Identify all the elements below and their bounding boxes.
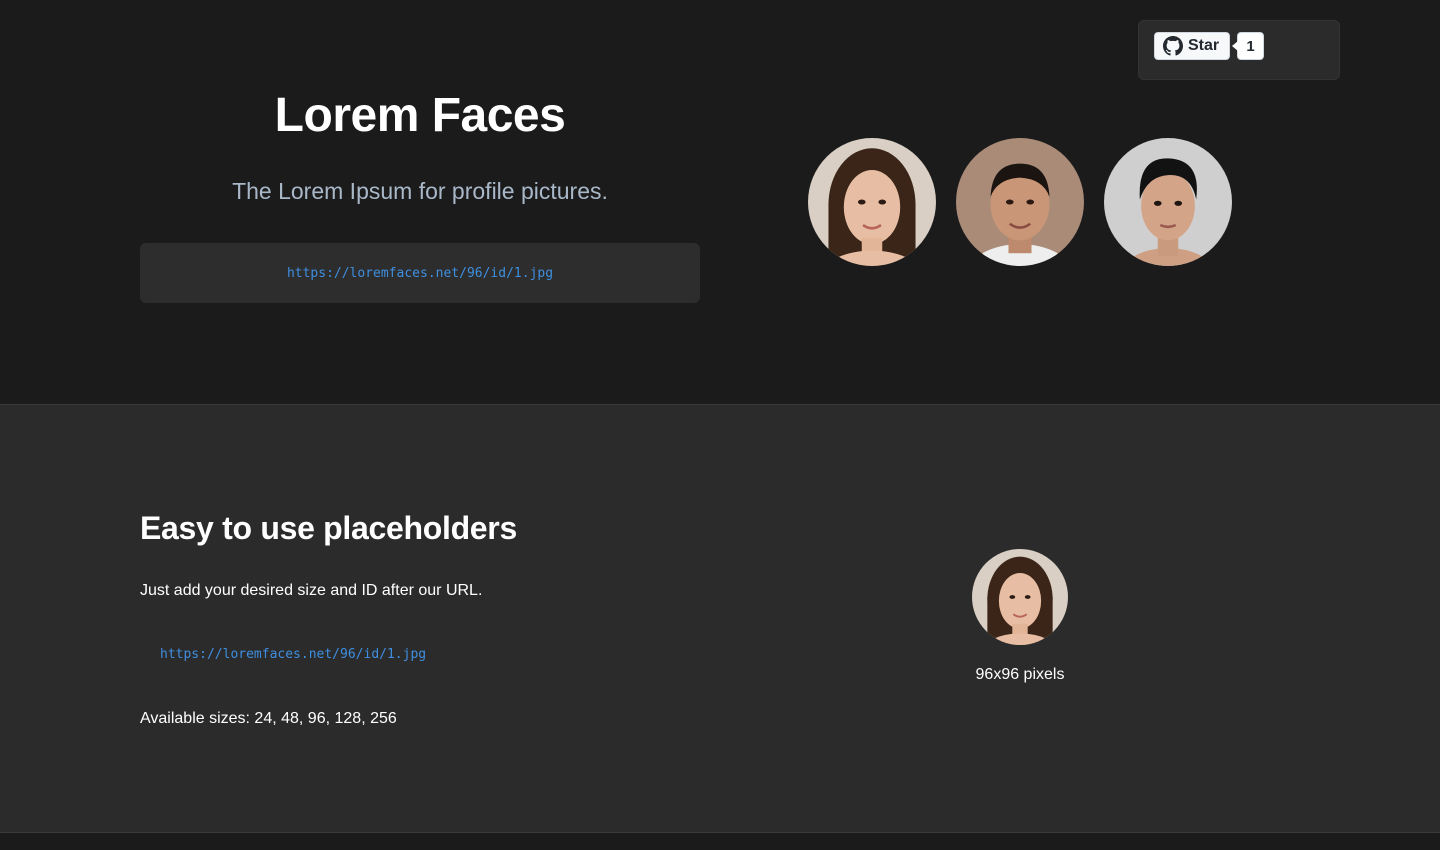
woman-portrait-icon xyxy=(972,549,1068,645)
section-description: Just add your desired size and ID after … xyxy=(140,582,483,599)
placeholders-section xyxy=(0,405,1440,832)
face-avatar-2 xyxy=(956,138,1084,266)
available-sizes: Available sizes: 24, 48, 96, 128, 256 xyxy=(140,710,397,727)
hero-url-code[interactable]: https://loremfaces.net/96/id/1.jpg xyxy=(287,266,553,281)
face-avatar-1 xyxy=(808,138,936,266)
page-subtitle: The Lorem Ipsum for profile pictures. xyxy=(232,178,608,204)
hero-url-box: https://loremfaces.net/96/id/1.jpg xyxy=(140,243,700,303)
github-star-widget: Star 1 xyxy=(1138,20,1340,80)
github-star-button[interactable]: Star xyxy=(1154,32,1230,60)
sample-size-caption: 96x96 pixels xyxy=(975,666,1065,683)
github-icon xyxy=(1163,36,1183,56)
man-portrait-icon xyxy=(956,138,1084,266)
page-title: Lorem Faces xyxy=(274,89,566,142)
footer xyxy=(0,833,1440,850)
man-portrait-icon xyxy=(1104,138,1232,266)
sample-face-avatar xyxy=(972,549,1068,645)
face-avatar-3 xyxy=(1104,138,1232,266)
github-star-count[interactable]: 1 xyxy=(1232,32,1264,60)
section-url-code[interactable]: https://loremfaces.net/96/id/1.jpg xyxy=(160,647,426,662)
section-title: Easy to use placeholders xyxy=(140,510,517,546)
github-star-label: Star xyxy=(1188,37,1220,54)
woman-portrait-icon xyxy=(808,138,936,266)
